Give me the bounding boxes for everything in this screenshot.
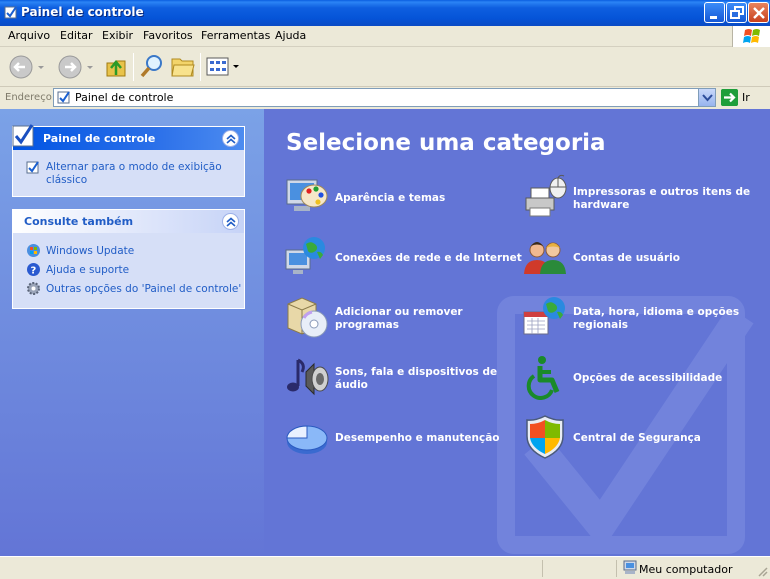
control-panel-icon — [57, 91, 70, 104]
category-performance[interactable]: Desempenho e manutenção — [284, 414, 514, 462]
category-label: Central de Segurança — [573, 432, 701, 444]
appearance-icon — [286, 179, 328, 211]
address-input[interactable]: Painel de controle — [53, 88, 716, 107]
menu-arquivo[interactable]: Arquivo — [8, 29, 50, 42]
category-security-center[interactable]: Central de Segurança — [522, 414, 752, 462]
collapse-button[interactable] — [222, 213, 239, 230]
status-location: Meu computador — [639, 563, 733, 576]
panel-title: Painel de controle — [43, 132, 156, 145]
help-icon: ? — [27, 263, 40, 277]
category-label: Conexões de rede e de Internet — [335, 252, 522, 264]
classic-view-icon — [26, 161, 39, 174]
category-network[interactable]: Conexões de rede e de Internet — [284, 234, 522, 282]
menu-editar[interactable]: Editar — [60, 29, 93, 42]
category-label: Impressoras e outros itens de hardware — [573, 186, 751, 211]
gear-icon — [27, 282, 40, 295]
toolbar — [0, 47, 770, 87]
close-icon — [753, 7, 765, 19]
resize-grip-icon[interactable] — [756, 565, 768, 577]
category-label: Opções de acessibilidade — [573, 372, 723, 384]
go-label: Ir — [742, 91, 750, 104]
window-title: Painel de controle — [21, 5, 144, 19]
performance-icon — [286, 425, 328, 454]
views-icon[interactable] — [206, 56, 242, 78]
close-button[interactable] — [748, 2, 769, 23]
address-bar: Endereço Painel de controle Ir — [0, 87, 770, 109]
category-label: Contas de usuário — [573, 252, 680, 264]
chevron-down-icon — [702, 94, 713, 102]
go-button[interactable]: Ir — [721, 89, 766, 107]
page-title: Selecione uma categoria — [286, 130, 606, 156]
category-appearance[interactable]: Aparência e temas — [284, 174, 514, 222]
switch-classic-view-link[interactable]: Alternar para o modo de exibição clássic… — [46, 161, 236, 187]
my-computer-icon — [623, 560, 637, 574]
menu-ajuda[interactable]: Ajuda — [275, 29, 306, 42]
collapse-button[interactable] — [222, 130, 239, 147]
category-user-accounts[interactable]: Contas de usuário — [522, 234, 752, 282]
see-also-panel: Consulte também Windows Update ? Ajuda e… — [12, 209, 245, 309]
category-label: Aparência e temas — [335, 192, 446, 204]
chevron-up-icon — [226, 134, 236, 144]
svg-text:?: ? — [31, 266, 37, 277]
back-icon[interactable] — [8, 54, 44, 80]
address-value: Painel de controle — [75, 91, 174, 104]
go-arrow-icon — [721, 89, 738, 106]
task-pane: Painel de controle Alternar para o modo … — [0, 109, 264, 556]
address-dropdown-button[interactable] — [698, 89, 715, 106]
category-add-remove[interactable]: Adicionar ou remover programas — [284, 294, 514, 342]
category-date-time[interactable]: Data, hora, idioma e opções regionais — [522, 294, 752, 342]
category-label: Adicionar ou remover programas — [335, 306, 463, 331]
restore-button[interactable] — [726, 2, 747, 23]
see-also-panel-header[interactable]: Consulte também — [13, 210, 244, 233]
category-label: Desempenho e manutenção — [335, 432, 500, 444]
windows-update-link[interactable]: Windows Update — [46, 245, 134, 258]
control-panel-panel: Painel de controle Alternar para o modo … — [12, 124, 245, 197]
sounds-icon — [287, 358, 329, 396]
control-panel-icon — [4, 6, 17, 19]
panel-title: Consulte também — [24, 215, 134, 228]
minimize-button[interactable] — [704, 2, 725, 23]
folders-icon[interactable] — [170, 54, 196, 78]
printer-icon — [525, 174, 567, 217]
control-panel-icon — [12, 124, 34, 147]
address-label: Endereço — [5, 92, 52, 103]
category-accessibility[interactable]: Opções de acessibilidade — [522, 354, 752, 402]
user-accounts-icon — [524, 242, 566, 274]
search-icon[interactable] — [139, 53, 165, 79]
up-folder-icon[interactable] — [104, 53, 128, 79]
help-support-link[interactable]: Ajuda e suporte — [46, 264, 129, 277]
security-center-icon — [526, 415, 564, 459]
other-options-link[interactable]: Outras opções do 'Painel de controle' — [46, 283, 241, 296]
title-bar: Painel de controle — [0, 0, 770, 26]
category-label: Data, hora, idioma e opções regionais — [573, 306, 740, 331]
menu-ferramentas[interactable]: Ferramentas — [201, 29, 270, 42]
category-sounds[interactable]: Sons, fala e dispositivos de áudio — [284, 354, 514, 402]
category-printers[interactable]: Impressoras e outros itens de hardware — [522, 174, 752, 222]
menu-favoritos[interactable]: Favoritos — [143, 29, 193, 42]
category-label: Sons, fala e dispositivos de áudio — [335, 366, 498, 391]
status-bar: Meu computador — [0, 556, 770, 579]
chevron-up-icon — [226, 217, 236, 227]
control-panel-panel-header[interactable]: Painel de controle — [12, 124, 244, 150]
restore-icon — [730, 6, 744, 19]
add-remove-icon — [287, 297, 328, 338]
category-view: Selecione uma categoria Aparência e tema… — [264, 109, 770, 556]
minimize-icon — [710, 16, 717, 19]
menu-exibir[interactable]: Exibir — [102, 29, 133, 42]
forward-icon[interactable] — [57, 54, 93, 80]
network-icon — [285, 237, 325, 274]
date-time-icon — [523, 297, 565, 335]
accessibility-icon — [526, 356, 560, 400]
menu-bar: Arquivo Editar Exibir Favoritos Ferramen… — [0, 26, 770, 47]
windows-update-icon — [27, 244, 40, 257]
windows-logo-icon — [732, 26, 770, 47]
